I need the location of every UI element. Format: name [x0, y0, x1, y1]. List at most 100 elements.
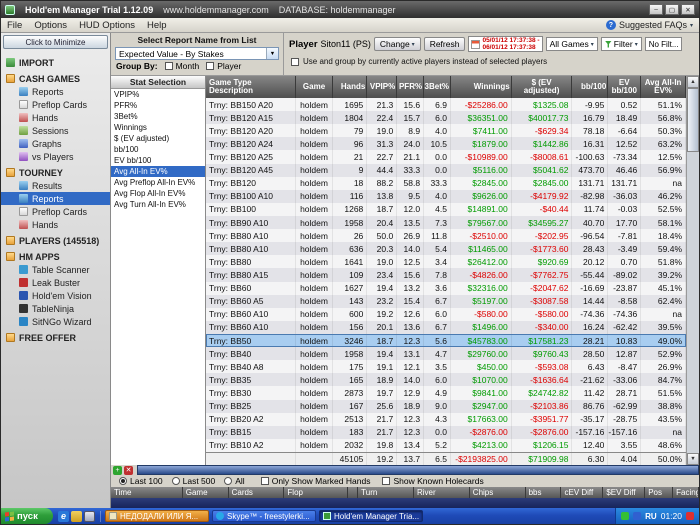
minimize-button[interactable]: –	[649, 4, 663, 15]
active-players-checkbox[interactable]: Use and group by currently active player…	[284, 52, 699, 66]
table-row[interactable]: Trny: BB40 A8 holdem 175 19.1 12.1 3.5 $450.00…	[206, 360, 687, 374]
filter-select[interactable]: Filter ▾	[600, 37, 642, 51]
stat-item-pfr[interactable]: PFR%	[111, 100, 205, 111]
stat-item-vpip[interactable]: VPIP%	[111, 89, 205, 100]
table-row[interactable]: Trny: BB80 A10 holdem 26 50.0 26.9 11.8 -$2510…	[206, 229, 687, 243]
table-row[interactable]: Trny: BB120 holdem 18 88.2 58.8 33.3 $2845.00 $…	[206, 176, 687, 190]
menu-hud-options[interactable]: HUD Options	[79, 20, 135, 31]
sidebar-item-table-scanner[interactable]: Table Scanner	[1, 263, 110, 276]
change-player-button[interactable]: Change ▾	[373, 37, 421, 51]
table-row[interactable]: Trny: BB120 A25 holdem 21 22.7 21.1 0.0 -$1098…	[206, 150, 687, 164]
stat-item-winnings[interactable]: Winnings	[111, 122, 205, 133]
games-select[interactable]: All Games ▾	[545, 37, 598, 51]
scroll-thumb[interactable]	[687, 88, 699, 152]
column-header-ev-adjusted[interactable]: $ (EV adjusted)	[511, 76, 573, 98]
stat-item-ev-adjusted[interactable]: $ (EV adjusted)	[111, 133, 205, 144]
table-row[interactable]: Trny: BB10 A2 holdem 2032 19.8 13.4 5.2 $4213.…	[206, 438, 687, 452]
sidebar-item-preflop-cards[interactable]: Preflop Cards	[1, 205, 110, 218]
refresh-button[interactable]: Refresh	[423, 37, 466, 51]
browser-icon[interactable]: e	[58, 510, 69, 522]
stat-item-avg-preflop-all-in-ev[interactable]: Avg Preflop All-In EV%	[111, 177, 205, 188]
hands-column-game[interactable]: Game	[182, 487, 229, 498]
sidebar-item-preflop-cards[interactable]: Preflop Cards	[1, 98, 110, 111]
table-row[interactable]: Trny: BB60 A10 holdem 156 20.1 13.6 6.7 $1496.…	[206, 320, 687, 334]
tray-status-icon[interactable]	[621, 512, 630, 520]
table-row[interactable]: Trny: BB60 A5 holdem 143 23.2 15.4 6.7 $5197.0…	[206, 294, 687, 308]
table-row[interactable]: Trny: BB100 A10 holdem 116 13.8 9.5 4.0 $9626.…	[206, 189, 687, 203]
sidebar-item-hold-em-vision[interactable]: Hold'em Vision	[1, 289, 110, 302]
hands-column-ev-diff[interactable]: $EV Diff	[603, 487, 646, 498]
sidebar-section-import[interactable]: IMPORT	[1, 56, 110, 69]
maximize-button[interactable]: ▢	[665, 4, 679, 15]
close-button[interactable]: ✕	[681, 4, 695, 15]
hands-column-cards[interactable]: Cards	[228, 487, 285, 498]
group-by-player-checkbox[interactable]: Player	[206, 61, 241, 71]
hands-column-flop[interactable]: Flop	[284, 487, 349, 498]
sidebar-item-sitngo-wizard[interactable]: SitNGo Wizard	[1, 315, 110, 328]
column-header-game-type-description[interactable]: Game Type Description	[206, 76, 296, 98]
table-row[interactable]: Trny: BB90 A10 holdem 1958 20.4 13.5 7.3 $7956…	[206, 215, 687, 230]
table-row[interactable]: Trny: BB60 A10 holdem 600 19.2 12.6 6.0 -$580.…	[206, 307, 687, 321]
hands-column-facing[interactable]: Facing...	[673, 487, 699, 498]
stat-item-3bet[interactable]: 3Bet%	[111, 111, 205, 122]
show-desktop-icon[interactable]	[84, 510, 95, 522]
hands-column-time[interactable]: Time	[111, 487, 183, 498]
sidebar-item-vs-players[interactable]: vs Players	[1, 150, 110, 163]
radio-all[interactable]: All	[224, 476, 245, 486]
column-header-vpip[interactable]: VPIP%	[367, 76, 398, 98]
column-header-hands[interactable]: Hands	[333, 76, 368, 98]
column-header-bb-100[interactable]: bb/100	[572, 76, 609, 98]
sidebar-section-free-offer[interactable]: FREE OFFER	[1, 331, 110, 344]
date-range-field[interactable]: 05/01/12 17:37:38 - 06/01/12 17:37:38	[468, 36, 543, 52]
table-row[interactable]: Trny: BB120 A24 holdem 96 31.3 24.0 10.5 $1879…	[206, 137, 687, 151]
taskbar-window-недодали-или-я[interactable]: НЕДОДАЛИ ИЛИ Я...	[105, 510, 209, 522]
tray-network-icon[interactable]	[633, 512, 642, 520]
language-indicator[interactable]: RU	[645, 512, 657, 521]
checkbox-show-known-holecards[interactable]: Show Known Holecards	[382, 476, 484, 486]
radio-last-100[interactable]: Last 100	[119, 476, 163, 486]
hands-column-river[interactable]: River	[413, 487, 470, 498]
stat-item-bb-100[interactable]: bb/100	[111, 144, 205, 155]
stat-item-ev-bb-100[interactable]: EV bb/100	[111, 155, 205, 166]
sidebar-item-reports[interactable]: Reports	[1, 192, 110, 205]
column-header-pfr[interactable]: PFR%	[397, 76, 425, 98]
sidebar-item-hands[interactable]: Hands	[1, 111, 110, 124]
checkbox-only-show-marked-hands[interactable]: Only Show Marked Hands	[260, 476, 370, 486]
group-by-month-checkbox[interactable]: Month	[164, 61, 199, 71]
sidebar-item-reports[interactable]: Reports	[1, 85, 110, 98]
hands-column-pos[interactable]: Pos	[645, 487, 674, 498]
column-header-3bet[interactable]: 3Bet%	[424, 76, 451, 98]
scroll-up-icon[interactable]: ▲	[687, 76, 699, 88]
column-header-winnings[interactable]: Winnings	[450, 76, 512, 98]
sidebar-item-results[interactable]: Results	[1, 179, 110, 192]
start-button[interactable]: пуск	[1, 508, 53, 524]
stat-item-avg-turn-all-in-ev[interactable]: Avg Turn All-In EV%	[111, 199, 205, 210]
remove-stat-button[interactable]: ✕	[124, 465, 133, 475]
column-header-ev-bb-100[interactable]: EV bb/100	[608, 76, 642, 98]
vertical-scrollbar[interactable]: ▲ ▼	[686, 76, 699, 465]
table-row[interactable]: Trny: BB80 A15 holdem 109 23.4 15.6 7.8 -$4826…	[206, 268, 687, 282]
column-header-avg-all-in-ev[interactable]: Avg All-In EV%	[641, 76, 686, 98]
menu-options[interactable]: Options	[34, 20, 67, 31]
table-row[interactable]: Trny: BB35 holdem 165 18.9 14.0 6.0 $1070.00 -$…	[206, 373, 687, 387]
sidebar-item-graphs[interactable]: Graphs	[1, 137, 110, 150]
sidebar-item-leak-buster[interactable]: Leak Buster	[1, 276, 110, 289]
hands-column-cev-diff[interactable]: cEV Diff	[561, 487, 604, 498]
table-row[interactable]: Trny: BB80 A10 holdem 636 20.3 14.0 5.4 $11465…	[206, 242, 687, 256]
hands-column-blank[interactable]	[348, 487, 359, 498]
click-to-minimize-button[interactable]: Click to Minimize	[3, 35, 108, 49]
sidebar-section-players-145518[interactable]: PLAYERS (145518)	[1, 234, 110, 247]
table-row[interactable]: Trny: BB80 holdem 1641 19.0 12.5 3.4 $26412.00…	[206, 255, 687, 269]
table-row[interactable]: Trny: BB40 holdem 1958 19.4 13.1 4.7 $29760.00…	[206, 347, 687, 361]
table-row[interactable]: Trny: BB120 A15 holdem 1804 22.4 15.7 6.0 $363…	[206, 111, 687, 125]
splitter-bar[interactable]	[137, 465, 699, 475]
radio-last-500[interactable]: Last 500	[171, 476, 215, 486]
table-row[interactable]: Trny: BB15 holdem 183 21.7 12.3 0.0 -$2876.00-…	[206, 425, 687, 439]
stat-item-avg-all-in-ev[interactable]: Avg All-In EV%	[111, 166, 205, 177]
table-row[interactable]: Trny: BB30 holdem 2873 19.7 12.9 4.9 $9841.00 $…	[206, 386, 687, 400]
menu-file[interactable]: File	[7, 20, 22, 31]
mail-icon[interactable]	[71, 510, 82, 522]
sidebar-item-sessions[interactable]: Sessions	[1, 124, 110, 137]
table-row[interactable]: Trny: BB120 A20 holdem 79 19.0 8.9 4.0 $7411.0…	[206, 124, 687, 138]
table-row[interactable]: Trny: BB150 A20 holdem 1695 21.3 15.6 6.9 -$25…	[206, 98, 687, 112]
